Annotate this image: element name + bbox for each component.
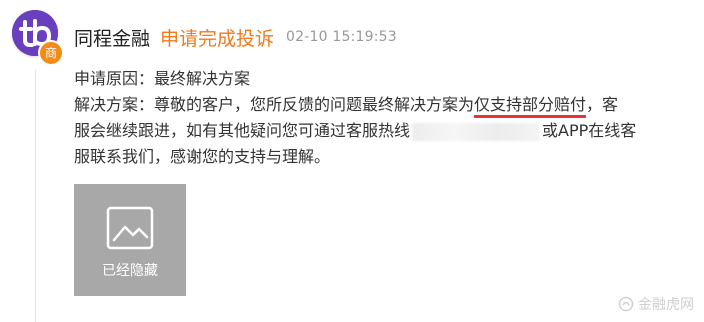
record-body: 申请原因：最终解决方案 解决方案：尊敬的客户，您所反馈的问题最终解决方案为仅支持… [74, 66, 690, 170]
record-header: 同程金融 申请完成投诉 02-10 15:19:53 [74, 20, 397, 54]
reason-line: 申请原因：最终解决方案 [74, 69, 251, 88]
timestamp: 02-10 15:19:53 [286, 29, 397, 45]
timeline-line [35, 70, 36, 322]
solution-highlight: 仅支持部分赔付 [474, 95, 587, 118]
solution-line-1: 解决方案：尊敬的客户，您所反馈的问题最终解决方案为仅支持部分赔付，客 [74, 92, 690, 118]
complaint-record: 商 同程金融 申请完成投诉 02-10 15:19:53 申请原因：最终解决方案… [0, 0, 704, 322]
status-text: 申请完成投诉 [160, 27, 275, 50]
redacted-hotline [412, 122, 541, 141]
watermark-logo-icon [618, 296, 634, 312]
solution-prefix: 解决方案：尊敬的客户，您所反馈的问题最终解决方案为 [74, 95, 475, 114]
line2-end: 或APP在线客 [542, 121, 637, 140]
merchant-name[interactable]: 同程金融 [74, 24, 150, 51]
watermark: 金融虎网 [618, 294, 694, 314]
watermark-text: 金融虎网 [638, 297, 694, 313]
solution-line-3: 服联系我们，感谢您的支持与理解。 [74, 147, 331, 166]
hidden-attachment[interactable]: 已经隐藏 [74, 184, 186, 296]
line2-start: 服会继续跟进，如有其他疑问您可通过客服热线 [74, 121, 411, 140]
hidden-label: 已经隐藏 [102, 263, 158, 279]
solution-line-2: 服会继续跟进，如有其他疑问您可通过客服热线 或APP在线客 [74, 118, 690, 144]
solution-suffix: ，客 [586, 95, 619, 114]
merchant-badge: 商 [38, 40, 64, 66]
image-placeholder-icon [106, 206, 154, 250]
